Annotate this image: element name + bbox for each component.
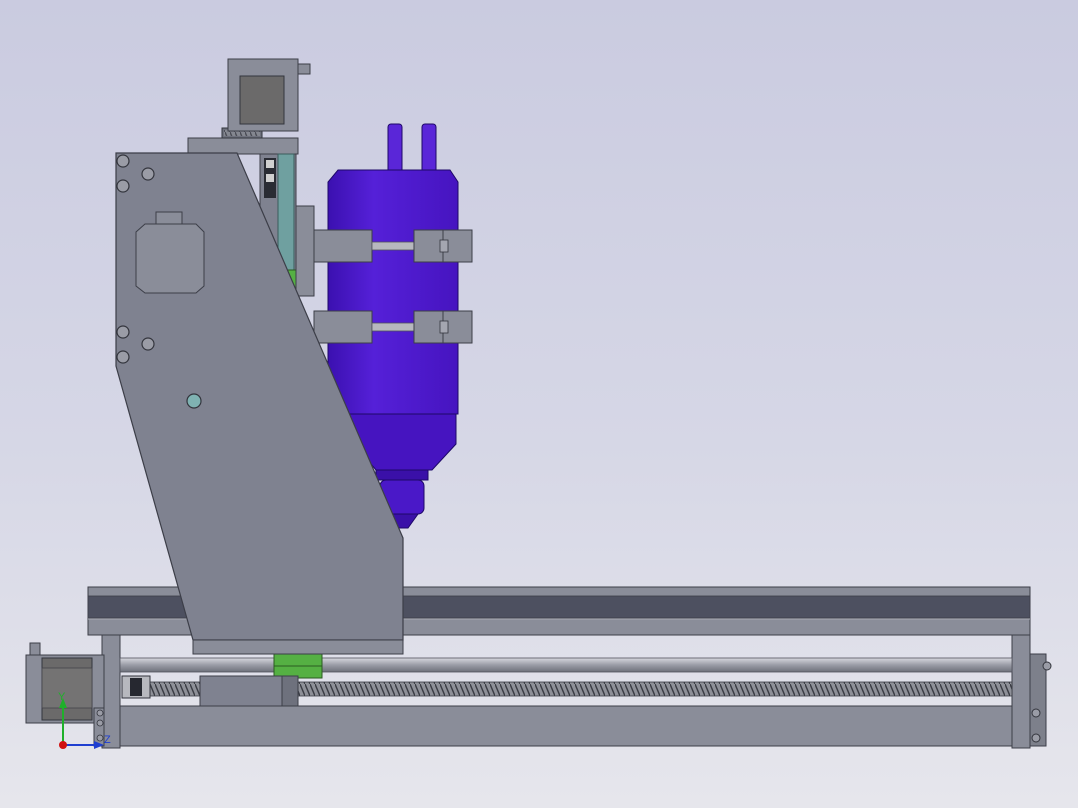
plate-bolt bbox=[141, 167, 155, 181]
spindle-body bbox=[327, 169, 459, 415]
plate-bolt bbox=[116, 350, 130, 364]
z-axis-label: Z bbox=[104, 734, 111, 746]
right-bolt bbox=[1031, 733, 1041, 743]
lower-beam bbox=[103, 705, 1031, 747]
right-bolt bbox=[1042, 661, 1052, 671]
spindle-collet bbox=[375, 469, 429, 481]
plate-bolt bbox=[141, 337, 155, 351]
cad-viewport[interactable]: Y Z bbox=[0, 0, 1078, 808]
left-end-plate bbox=[101, 634, 121, 749]
x-motor-connector bbox=[29, 642, 41, 656]
x-axis-drive[interactable] bbox=[119, 653, 1013, 707]
motor-cutout bbox=[135, 223, 205, 294]
y-axis-label: Y bbox=[58, 691, 66, 703]
plate-bolt bbox=[116, 179, 130, 193]
spindle-pipe-right bbox=[421, 123, 437, 177]
guide-rod bbox=[119, 657, 1013, 673]
plate-pin bbox=[186, 393, 202, 409]
side-plate-foot bbox=[192, 639, 404, 655]
z-motor-body bbox=[239, 75, 285, 125]
right-end-plate bbox=[1011, 634, 1031, 749]
motor-cutout-tab bbox=[155, 211, 183, 225]
z-stepper-motor[interactable] bbox=[187, 58, 311, 155]
z-motor-connector bbox=[297, 63, 311, 75]
plate-bolt bbox=[116, 325, 130, 339]
cnc-machine-side-view[interactable]: Y Z bbox=[0, 0, 1078, 808]
origin-marker bbox=[59, 741, 67, 749]
right-bolt bbox=[1031, 708, 1041, 718]
plate-bolt bbox=[116, 154, 130, 168]
z-motor-mount-plate bbox=[187, 137, 299, 155]
spindle-pipe-left bbox=[387, 123, 403, 177]
